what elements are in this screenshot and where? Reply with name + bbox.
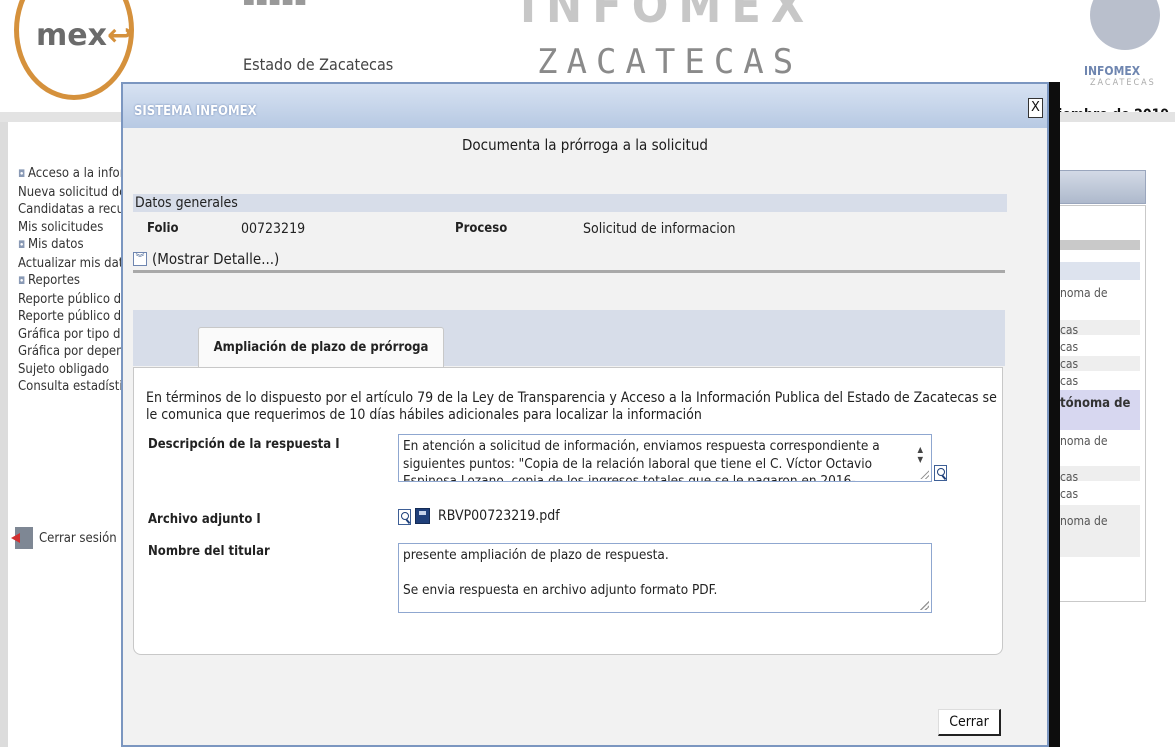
header-top-text: ▬▬▬▬▬ bbox=[243, 0, 308, 10]
sidebar-item-reporte-2[interactable]: Reporte público d bbox=[18, 308, 128, 326]
right-panel-header bbox=[1058, 170, 1146, 204]
resize-grip-icon[interactable] bbox=[920, 470, 929, 479]
right-list-item[interactable]: cas bbox=[1060, 323, 1078, 337]
dialog-titlebar[interactable]: SISTEMA INFOMEX X bbox=[123, 84, 1047, 128]
folio-label: Folio bbox=[147, 221, 179, 236]
logout-icon bbox=[11, 527, 33, 549]
resize-grip-icon[interactable] bbox=[920, 601, 929, 610]
mostrar-detalle-toggle[interactable]: ︾ (Mostrar Detalle...) bbox=[133, 248, 1005, 273]
titular-textarea[interactable]: presente ampliación de plazo de respuest… bbox=[398, 543, 932, 613]
right-list-item[interactable]: cas bbox=[1060, 470, 1078, 484]
magnifier-icon[interactable] bbox=[398, 509, 411, 525]
sidebar-item-nueva-solicitud[interactable]: Nueva solicitud de bbox=[18, 184, 128, 202]
archivo-label: Archivo adjunto I bbox=[148, 512, 261, 527]
window-divider bbox=[1049, 82, 1060, 747]
sidebar-item-candidatas[interactable]: Candidatas a recu bbox=[18, 201, 128, 219]
double-chevron-down-icon[interactable]: ︾ bbox=[133, 252, 147, 266]
sidebar-section-mis-datos[interactable]: Mis datos bbox=[18, 236, 128, 255]
banner-title: INFOMEX bbox=[520, 0, 815, 34]
descripcion-label: Descripción de la respuesta I bbox=[148, 437, 340, 452]
mostrar-detalle-label[interactable]: (Mostrar Detalle...) bbox=[152, 250, 279, 268]
titular-line-2: Se envia respuesta en archivo adjunto fo… bbox=[403, 581, 718, 598]
right-list-item[interactable]: cas bbox=[1060, 357, 1078, 371]
descripcion-text: En atención a solicitud de información, … bbox=[403, 438, 880, 482]
sidebar-item-mis-solicitudes[interactable]: Mis solicitudes bbox=[18, 219, 128, 237]
tab-content: En términos de lo dispuesto por el artíc… bbox=[133, 367, 1003, 655]
sidebar-item-actualizar[interactable]: Actualizar mis dat bbox=[18, 255, 128, 273]
sidebar-item-reporte-1[interactable]: Reporte público d bbox=[18, 291, 128, 309]
save-icon[interactable] bbox=[415, 508, 430, 524]
right-list-item[interactable]: cas bbox=[1060, 487, 1078, 501]
scroll-arrows-icon[interactable]: ▲ ▼ bbox=[917, 445, 923, 465]
sidebar-menu: Acceso a la infor Nueva solicitud de Can… bbox=[18, 165, 128, 396]
right-list-item[interactable]: noma de bbox=[1060, 434, 1108, 448]
sidebar-section-reportes[interactable]: Reportes bbox=[18, 272, 128, 291]
prorroga-dialog: SISTEMA INFOMEX X Documenta la prórroga … bbox=[121, 82, 1049, 747]
intro-text: En términos de lo dispuesto por el artíc… bbox=[146, 390, 997, 423]
dialog-title: SISTEMA INFOMEX bbox=[134, 104, 257, 119]
right-list-item[interactable]: noma de bbox=[1060, 514, 1108, 528]
tab-ampliacion-plazo[interactable]: Ampliación de plazo de prórroga bbox=[198, 327, 444, 368]
corner-logo: INFOMEX bbox=[1084, 64, 1141, 78]
folio-value: 00723219 bbox=[241, 221, 306, 237]
close-button[interactable]: X bbox=[1028, 98, 1043, 118]
logo-text: mex↩ bbox=[36, 18, 133, 53]
sidebar-item-sujeto[interactable]: Sujeto obligado bbox=[18, 361, 128, 379]
estado-label: Estado de Zacatecas bbox=[243, 55, 394, 74]
banner-subtitle: ZACATECAS bbox=[537, 42, 803, 82]
globe-icon bbox=[1090, 0, 1160, 50]
right-panel-row bbox=[1058, 262, 1140, 280]
proceso-label: Proceso bbox=[455, 221, 508, 236]
datos-generales-header: Datos generales bbox=[133, 194, 1007, 212]
magnifier-icon[interactable] bbox=[934, 465, 947, 481]
proceso-value: Solicitud de informacion bbox=[583, 221, 736, 237]
right-list-item[interactable]: cas bbox=[1060, 340, 1078, 354]
titular-label: Nombre del titular bbox=[148, 544, 270, 559]
sidebar-item-grafica-depen[interactable]: Gráfica por depen bbox=[18, 343, 128, 361]
sidebar-section-acceso[interactable]: Acceso a la infor bbox=[18, 165, 128, 184]
right-row-bg bbox=[1058, 505, 1140, 557]
right-list-item[interactable]: tónoma de bbox=[1060, 396, 1130, 411]
corner-logo-sub: ZACATECAS bbox=[1090, 78, 1156, 88]
left-edge bbox=[0, 122, 8, 747]
cerrar-button[interactable]: Cerrar bbox=[938, 709, 1001, 736]
right-panel-divider bbox=[1058, 240, 1140, 250]
titular-line-1: presente ampliación de plazo de respuest… bbox=[403, 547, 669, 563]
right-list-item[interactable]: noma de bbox=[1060, 286, 1108, 300]
right-list-item[interactable]: cas bbox=[1060, 374, 1078, 388]
sidebar-item-grafica-tipo[interactable]: Gráfica por tipo d bbox=[18, 326, 128, 344]
attachment-filename[interactable]: RBVP00723219.pdf bbox=[438, 508, 560, 524]
descripcion-textarea[interactable]: En atención a solicitud de información, … bbox=[398, 434, 932, 482]
logout-link[interactable]: Cerrar sesión bbox=[11, 527, 117, 549]
dialog-heading: Documenta la prórroga a la solicitud bbox=[462, 136, 708, 154]
sidebar-item-consulta[interactable]: Consulta estadísti bbox=[18, 378, 128, 396]
logout-label: Cerrar sesión bbox=[39, 530, 117, 546]
